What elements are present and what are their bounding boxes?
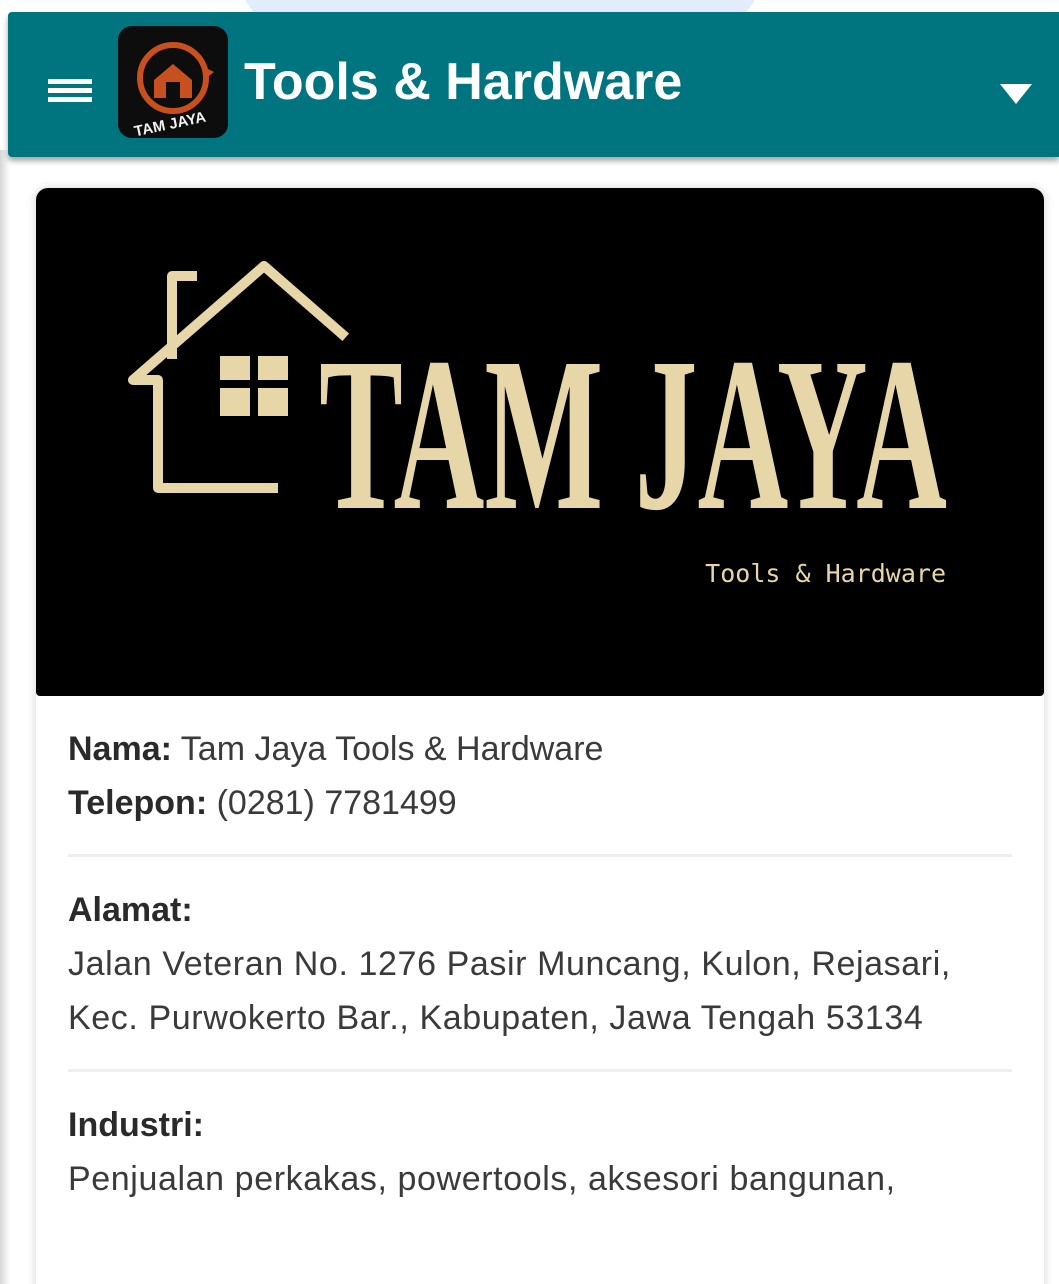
page-edge-shadow — [0, 150, 10, 1284]
app-logo-graphic: TAM JAYA — [133, 42, 214, 138]
app-bar: TAM JAYA Tools & Hardware — [8, 12, 1059, 157]
phone-value[interactable]: (0281) 7781499 — [217, 784, 457, 822]
brand-name: TAM JAYA — [319, 312, 947, 556]
hamburger-menu-icon[interactable] — [48, 79, 94, 113]
brand-tagline: Tools & Hardware — [705, 559, 946, 588]
address-value: Jalan Veteran No. 1276 Pasir Muncang, Ku… — [68, 945, 951, 1037]
name-row: Nama: Tam Jaya Tools & Hardware — [68, 722, 1012, 776]
phone-label: Telepon: — [68, 784, 208, 822]
app-logo[interactable]: TAM JAYA — [118, 26, 228, 138]
business-details: Nama: Tam Jaya Tools & Hardware Telepon:… — [68, 722, 1012, 1206]
app-title: Tools & Hardware — [244, 53, 683, 111]
phone-row: Telepon: (0281) 7781499 — [68, 776, 1012, 830]
industry-label: Industri: — [68, 1106, 204, 1144]
address-label: Alamat: — [68, 891, 193, 929]
window-icon — [220, 356, 288, 416]
divider — [68, 854, 1012, 857]
industry-value: Penjualan perkakas, powertools, aksesori… — [68, 1160, 896, 1198]
brand-banner: TAM JAYA Tools & Hardware — [36, 188, 1044, 696]
brand-banner-graphic: TAM JAYA Tools & Hardware — [128, 261, 947, 588]
caret-down-icon[interactable] — [994, 72, 1038, 112]
name-label: Nama: — [68, 730, 172, 768]
business-card: TAM JAYA Tools & Hardware Nama: Tam Jaya… — [36, 188, 1044, 1284]
divider — [68, 1069, 1012, 1072]
name-value: Tam Jaya Tools & Hardware — [180, 730, 604, 768]
